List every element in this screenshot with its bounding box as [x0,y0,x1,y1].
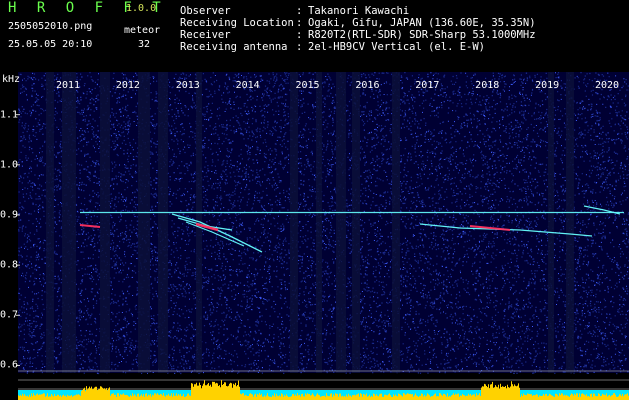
x-axis-label: 2016 [355,80,380,91]
x-axis-label: 2013 [175,80,200,91]
x-axis-label: 2018 [475,80,500,91]
x-axis-label: 2011 [55,80,81,91]
y-tick-label: 1.1 [0,109,19,121]
y-tick-label: 1.0 [0,159,19,171]
y-tick-label: 0.8 [0,259,19,271]
x-axis-label: 2020 [594,80,620,91]
y-tick-label: 0.6 [0,359,19,371]
data-gap-band [336,72,346,373]
spectrogram [16,72,629,400]
data-gap-band [138,72,150,373]
x-axis-label: 2019 [535,80,560,91]
data-gap-band [548,72,554,373]
y-tick-label: 0.7 [0,309,19,321]
x-axis-label: 2014 [235,80,260,91]
x-axis-label: 2017 [415,80,440,91]
data-gap-band [392,72,400,373]
data-gap-band [566,72,574,373]
data-gap-band [100,72,110,373]
data-gap-band [62,72,76,373]
data-gap-band [46,72,54,373]
data-gap-band [352,72,360,373]
y-axis-unit: kHz [2,74,21,85]
x-axis-label: 2015 [295,80,320,91]
data-gap-band [158,72,168,373]
data-gap-band [316,72,322,373]
x-axis-label: 2012 [115,80,140,91]
data-gap-band [290,72,298,373]
y-tick-label: 0.9 [0,209,19,221]
